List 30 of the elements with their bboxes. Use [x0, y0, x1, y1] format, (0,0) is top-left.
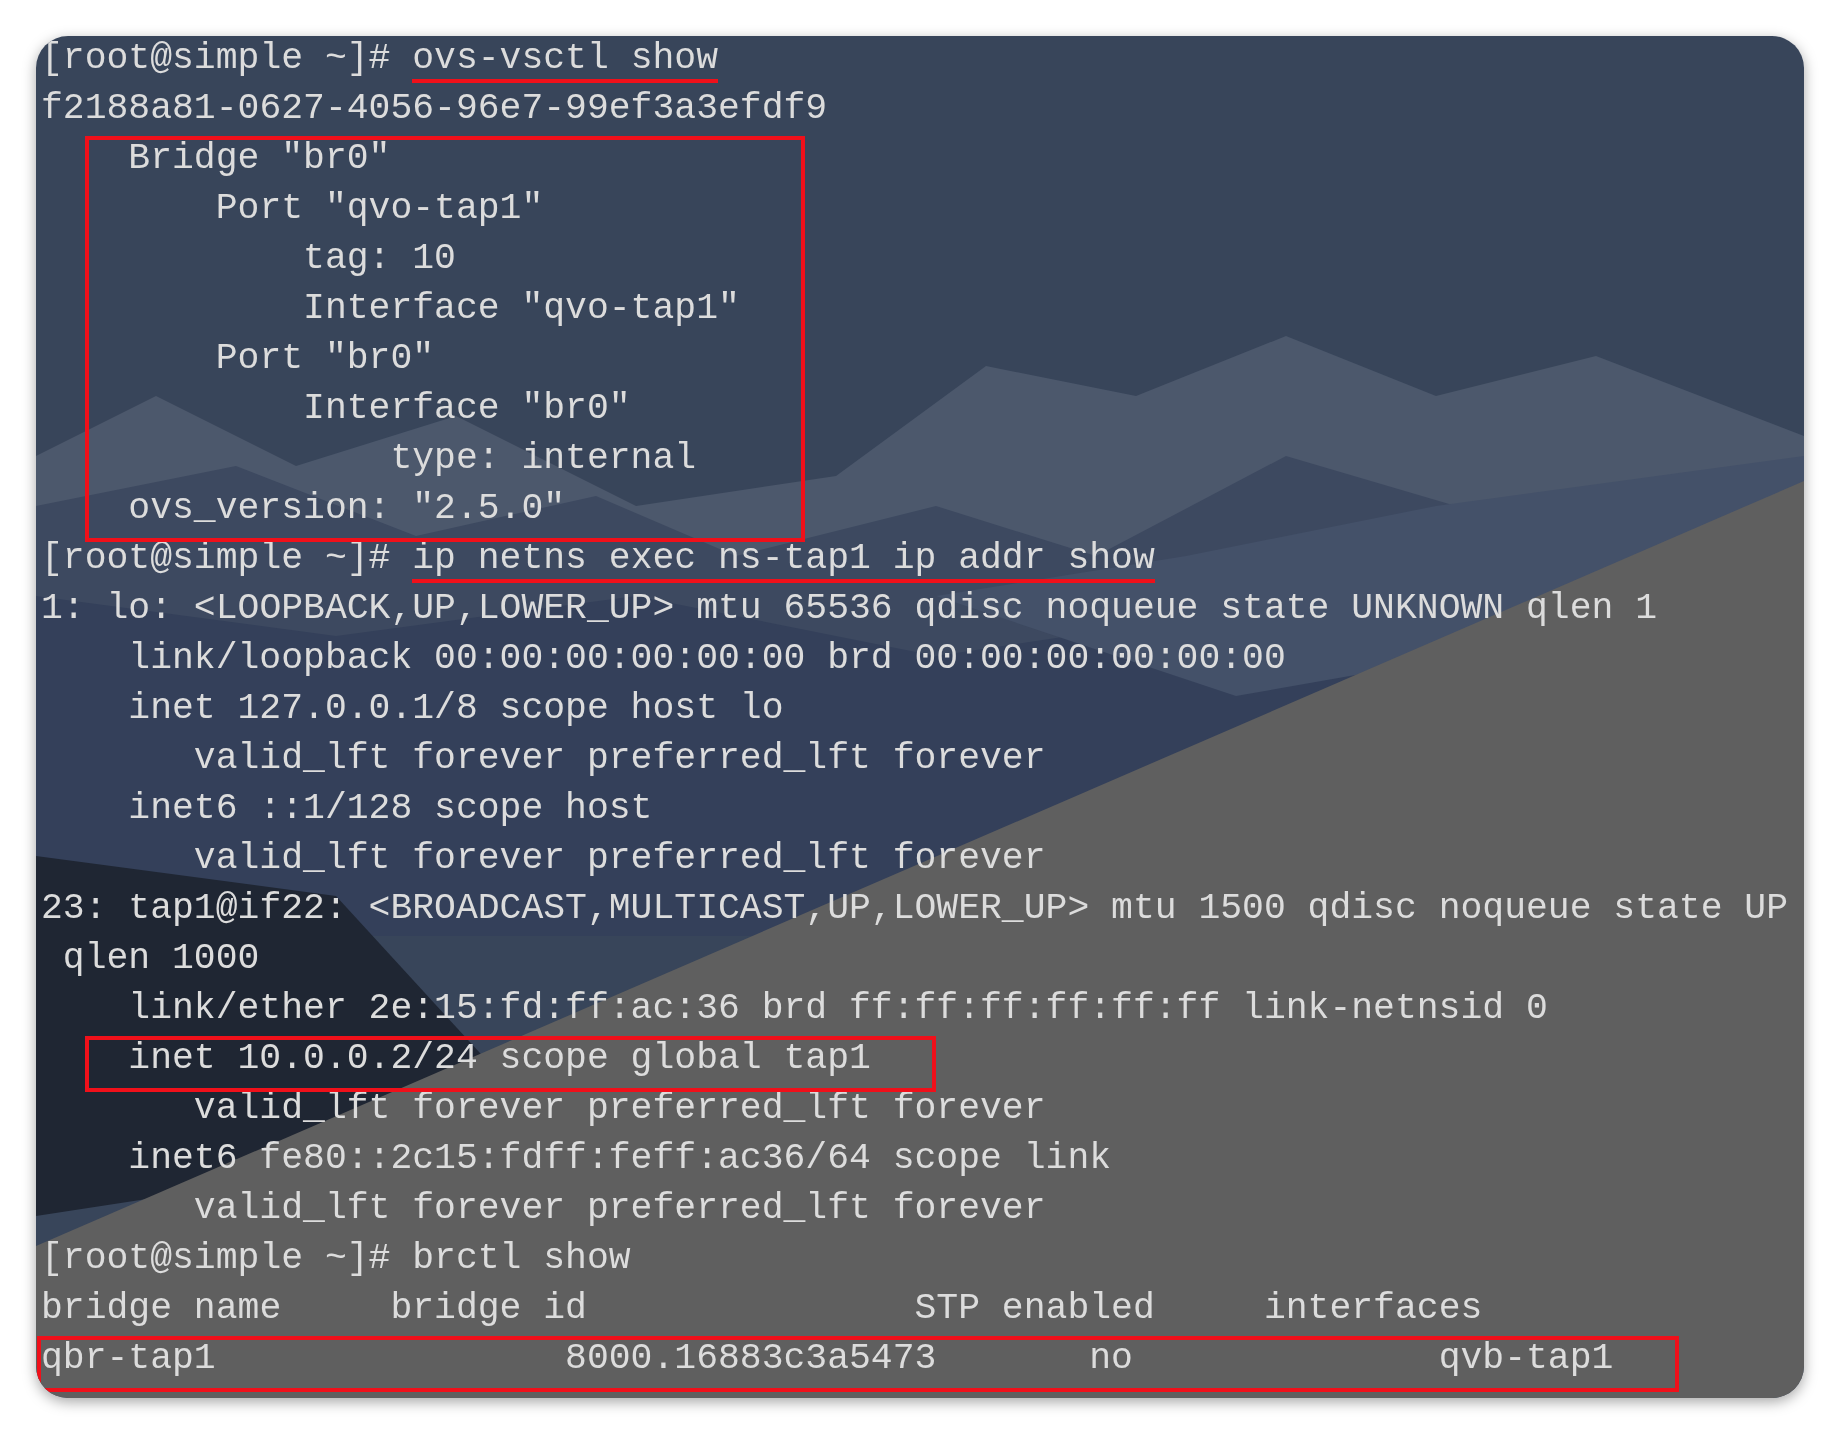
output-line: inet 127.0.0.1/8 scope host lo [128, 688, 784, 729]
output-line: Bridge "br0" [128, 138, 391, 179]
command-text: ip netns exec ns-tap1 ip addr show [412, 538, 1155, 583]
output-line: qlen 1000 [62, 938, 260, 979]
output-line: 23: tap1@if22: <BROADCAST,MULTICAST,UP,LOWER_UP> mtu 1500 qdisc noqueue state UP [41, 888, 1789, 929]
output-line: link/ether 2e:15:fd:ff:ac:36 brd ff:ff:ff:ff:ff:ff link-netnsid 0 [128, 988, 1548, 1029]
prompt: [root@simple ~]# [41, 38, 392, 79]
output-line: inet 10.0.0.2/24 scope global tap1 [128, 1038, 871, 1079]
output-line: qbr-tap1 8000.16883c3a5473 no qvb-tap1 [41, 1338, 1614, 1379]
output-line: valid_lft forever preferred_lft forever [193, 1188, 1046, 1229]
output-line: inet6 ::1/128 scope host [128, 788, 653, 829]
output-line: f2188a81-0627-4056-96e7-99ef3a3efdf9 [41, 88, 828, 129]
output-line: link/loopback 00:00:00:00:00:00 brd 00:00:00:00:00:00 [128, 638, 1286, 679]
output-line: 1: lo: <LOOPBACK,UP,LOWER_UP> mtu 65536 qdisc noqueue state UNKNOWN qlen 1 [41, 588, 1657, 629]
output-line: inet6 fe80::2c15:fdff:feff:ac36/64 scope link [128, 1138, 1112, 1179]
output-line: bridge name bridge id STP enabled interfaces [41, 1288, 1483, 1329]
prompt: [root@simple ~]# [41, 1238, 392, 1279]
output-line: tag: 10 [303, 238, 456, 279]
output-line: Port "br0" [215, 338, 435, 379]
output-line: ovs_version: "2.5.0" [128, 488, 566, 529]
output-line: Interface "qvo-tap1" [303, 288, 740, 329]
output-line: valid_lft forever preferred_lft forever [193, 838, 1046, 879]
output-line: type: internal [390, 438, 697, 479]
output-line: valid_lft forever preferred_lft forever [193, 1088, 1046, 1129]
output-line: valid_lft forever preferred_lft forever [193, 738, 1046, 779]
command-text: brctl show [412, 1238, 631, 1279]
output-line: Interface "br0" [303, 388, 631, 429]
prompt: [root@simple ~]# [41, 538, 392, 579]
output-line: Port "qvo-tap1" [215, 188, 544, 229]
command-text: ovs-vsctl show [412, 38, 718, 83]
